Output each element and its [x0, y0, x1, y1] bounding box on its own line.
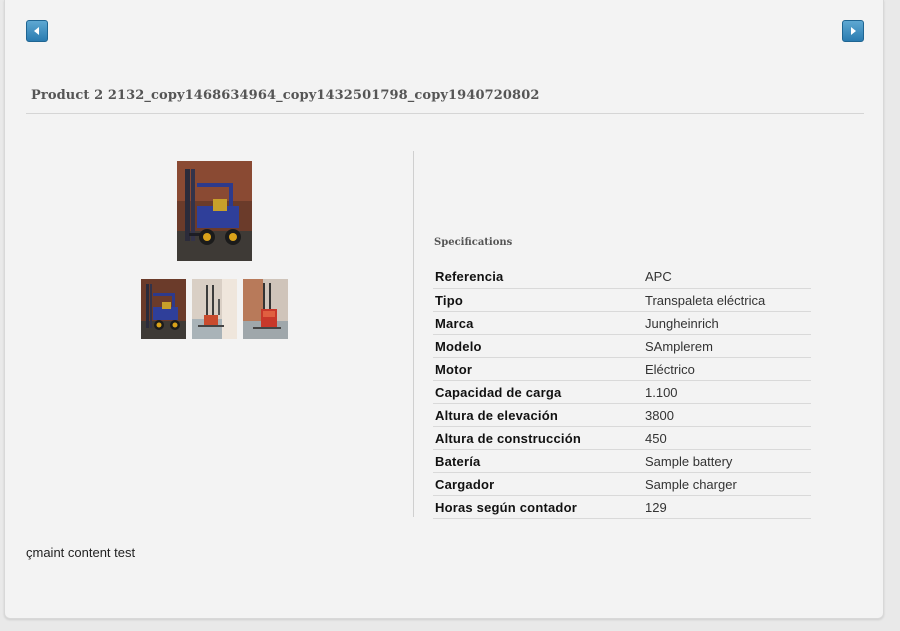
stacker-photo — [192, 279, 237, 339]
spec-key: Referencia — [433, 265, 643, 289]
arrow-left-icon — [34, 27, 39, 35]
spec-value: Sample charger — [643, 472, 811, 496]
column-divider — [413, 151, 414, 517]
spec-row: Modelo SAmplerem — [433, 334, 811, 358]
spec-row: Marca Jungheinrich — [433, 311, 811, 335]
arrow-right-icon — [851, 27, 856, 35]
spec-row: Altura de construcción 450 — [433, 426, 811, 450]
spec-key: Altura de construcción — [433, 426, 643, 450]
spec-value: Eléctrico — [643, 357, 811, 381]
forklift-photo — [177, 161, 252, 261]
title-divider — [26, 113, 864, 114]
spec-value: 450 — [643, 426, 811, 450]
spec-key: Motor — [433, 357, 643, 381]
thumbnail-forklift[interactable] — [141, 279, 186, 339]
spec-row: Altura de elevación 3800 — [433, 403, 811, 427]
product-panel: Product 2 2132_copy1468634964_copy143250… — [4, 0, 884, 619]
specifications-heading: Specifications — [434, 237, 513, 248]
next-product-button[interactable] — [842, 20, 864, 42]
spec-key: Tipo — [433, 288, 643, 312]
spec-row: Motor Eléctrico — [433, 357, 811, 381]
spec-value: 129 — [643, 495, 811, 519]
main-product-image[interactable] — [177, 161, 252, 261]
spec-key: Cargador — [433, 472, 643, 496]
spec-key: Altura de elevación — [433, 403, 643, 427]
spec-value: APC — [643, 265, 811, 289]
spec-key: Capacidad de carga — [433, 380, 643, 404]
spec-row: Capacidad de carga 1.100 — [433, 380, 811, 404]
spec-value: 1.100 — [643, 380, 811, 404]
spec-key: Batería — [433, 449, 643, 473]
spec-key: Marca — [433, 311, 643, 335]
spec-row: Horas según contador 129 — [433, 495, 811, 519]
spec-value: Transpaleta eléctrica — [643, 288, 811, 312]
specifications-table: Referencia APC Tipo Transpaleta eléctrica Ma… — [433, 265, 811, 519]
pallet-truck-photo — [243, 279, 288, 339]
spec-row: Referencia APC — [433, 265, 811, 289]
spec-row: Cargador Sample charger — [433, 472, 811, 496]
main-content-text: çmaint content test — [26, 545, 136, 560]
spec-row: Batería Sample battery — [433, 449, 811, 473]
spec-key: Horas según contador — [433, 495, 643, 519]
spec-key: Modelo — [433, 334, 643, 358]
spec-value: SAmplerem — [643, 334, 811, 358]
spec-value: Jungheinrich — [643, 311, 811, 335]
forklift-photo — [141, 279, 186, 339]
product-title: Product 2 2132_copy1468634964_copy143250… — [31, 88, 540, 103]
thumbnail-stacker[interactable] — [192, 279, 237, 339]
spec-value: Sample battery — [643, 449, 811, 473]
thumbnail-pallet-truck[interactable] — [243, 279, 288, 339]
spec-value: 3800 — [643, 403, 811, 427]
previous-product-button[interactable] — [26, 20, 48, 42]
spec-row: Tipo Transpaleta eléctrica — [433, 288, 811, 312]
